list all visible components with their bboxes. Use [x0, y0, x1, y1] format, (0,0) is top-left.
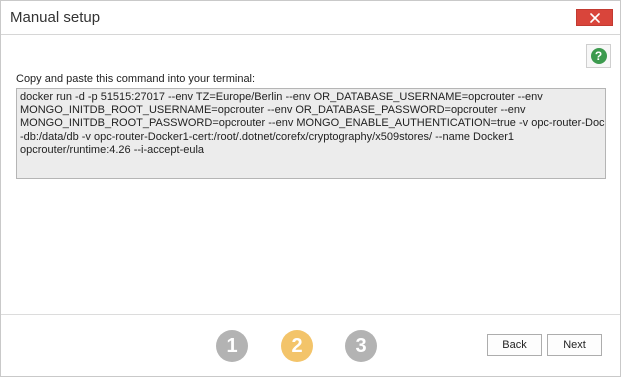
- title-bar: Manual setup: [1, 1, 620, 33]
- title-divider: [1, 34, 620, 35]
- help-icon: ?: [590, 48, 607, 64]
- step-1-indicator: 1: [216, 330, 248, 362]
- close-button[interactable]: [576, 9, 613, 26]
- close-icon: [589, 12, 600, 23]
- command-textbox[interactable]: docker run -d -p 51515:27017 --env TZ=Eu…: [16, 88, 606, 179]
- next-button[interactable]: Next: [547, 334, 602, 356]
- footer-divider: [1, 314, 620, 315]
- instruction-label: Copy and paste this command into your te…: [16, 73, 256, 85]
- step-3-indicator: 3: [345, 330, 377, 362]
- help-button[interactable]: ?: [586, 44, 611, 68]
- manual-setup-dialog: Manual setup ? Copy and paste this comma…: [0, 0, 621, 377]
- step-2-indicator: 2: [281, 330, 313, 362]
- back-button[interactable]: Back: [487, 334, 542, 356]
- dialog-title: Manual setup: [10, 9, 101, 26]
